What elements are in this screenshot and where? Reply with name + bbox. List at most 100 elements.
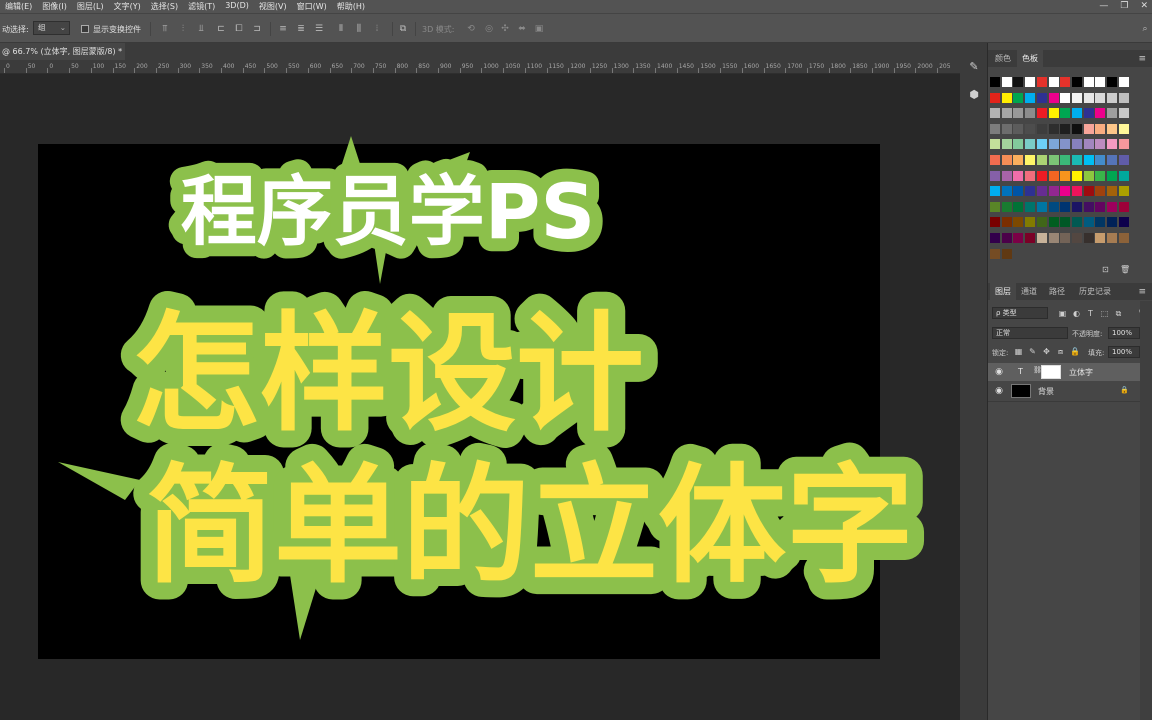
color-swatch[interactable] <box>1083 123 1094 134</box>
color-swatch[interactable] <box>1071 217 1082 228</box>
color-swatch[interactable] <box>1025 139 1036 150</box>
color-swatch[interactable] <box>1001 123 1012 134</box>
color-swatch[interactable] <box>1118 186 1129 197</box>
color-swatch[interactable] <box>1071 186 1082 197</box>
panel-menu-icon[interactable]: ≡ <box>1138 54 1146 64</box>
color-swatch[interactable] <box>1001 233 1012 243</box>
search-icon[interactable]: ⌕ <box>1140 24 1150 34</box>
color-swatch[interactable] <box>1025 170 1036 181</box>
3d-pan-icon[interactable]: ✣ <box>500 24 510 34</box>
color-swatch[interactable] <box>1025 201 1036 212</box>
color-swatch[interactable] <box>990 201 1000 212</box>
color-swatch[interactable] <box>1060 92 1071 103</box>
color-swatch[interactable] <box>1001 217 1012 228</box>
color-swatch[interactable] <box>1071 139 1082 150</box>
color-swatch[interactable] <box>1083 201 1094 212</box>
color-swatch[interactable] <box>1083 155 1094 165</box>
color-swatch[interactable] <box>1036 186 1047 197</box>
color-swatch[interactable] <box>1001 201 1012 212</box>
auto-align-icon[interactable]: ⧉ <box>398 24 408 34</box>
color-swatch[interactable] <box>1036 123 1047 134</box>
color-swatch[interactable] <box>1095 201 1106 212</box>
align-hcenter-icon[interactable]: ⧠ <box>234 24 244 34</box>
panel-menu-icon[interactable]: ≡ <box>1138 287 1146 297</box>
menu-item[interactable]: 编辑(E) <box>0 1 37 12</box>
color-swatch[interactable] <box>1107 92 1117 103</box>
color-swatch[interactable] <box>1095 108 1106 119</box>
color-swatch[interactable] <box>1048 77 1059 87</box>
color-swatch[interactable] <box>1025 108 1036 119</box>
color-swatch[interactable] <box>1001 108 1012 119</box>
filter-type-icon[interactable]: T <box>1086 309 1095 319</box>
color-swatch[interactable] <box>1048 123 1059 134</box>
color-swatch[interactable] <box>1001 186 1012 197</box>
color-swatch[interactable] <box>1025 233 1036 243</box>
color-swatch[interactable] <box>1060 77 1071 87</box>
distribute-vcenter-icon[interactable]: ≣ <box>296 24 306 34</box>
color-swatch[interactable] <box>1013 201 1024 212</box>
color-swatch[interactable] <box>1071 155 1082 165</box>
filter-shape-icon[interactable]: ⬚ <box>1100 309 1109 319</box>
color-swatch[interactable] <box>990 92 1000 103</box>
color-swatch[interactable] <box>990 217 1000 228</box>
lock-artboard-icon[interactable]: ⧈ <box>1056 347 1065 357</box>
color-swatch[interactable] <box>1036 201 1047 212</box>
color-swatch[interactable] <box>990 233 1000 243</box>
color-swatch[interactable] <box>1118 123 1129 134</box>
lock-position-icon[interactable]: ✥ <box>1042 347 1051 357</box>
color-swatch[interactable] <box>1118 201 1129 212</box>
color-swatch[interactable] <box>1013 233 1024 243</box>
color-swatch[interactable] <box>1095 170 1106 181</box>
color-swatch[interactable] <box>1107 139 1117 150</box>
distribute-right-icon[interactable]: ⦙ <box>372 24 382 34</box>
tab-swatches[interactable]: 色板 <box>1017 50 1043 67</box>
menu-item[interactable]: 窗口(W) <box>292 1 332 12</box>
color-swatch[interactable] <box>1118 77 1129 87</box>
color-swatch[interactable] <box>1060 217 1071 228</box>
layer-kind-filter[interactable]: ρ 类型 <box>992 307 1048 319</box>
color-swatch[interactable] <box>990 77 1000 87</box>
color-swatch[interactable] <box>1060 123 1071 134</box>
color-swatch[interactable] <box>1001 248 1012 259</box>
color-swatch[interactable] <box>1025 123 1036 134</box>
filter-adjustment-icon[interactable]: ◐ <box>1072 309 1081 319</box>
new-swatch-icon[interactable]: ⊡ <box>1102 265 1109 274</box>
lock-all-icon[interactable]: 🔒 <box>1070 347 1080 357</box>
color-swatch[interactable] <box>1118 108 1129 119</box>
color-swatch[interactable] <box>1048 217 1059 228</box>
align-right-icon[interactable]: ⊐ <box>252 24 262 34</box>
color-swatch[interactable] <box>1025 186 1036 197</box>
color-swatch[interactable] <box>1083 186 1094 197</box>
3d-scale-icon[interactable]: ▣ <box>534 24 544 34</box>
color-swatch[interactable] <box>1036 233 1047 243</box>
color-swatch[interactable] <box>1095 217 1106 228</box>
color-swatch[interactable] <box>1095 233 1106 243</box>
align-left-icon[interactable]: ⊏ <box>216 24 226 34</box>
layer-thumbnail[interactable] <box>1011 384 1031 398</box>
distribute-left-icon[interactable]: ⦀ <box>336 24 346 34</box>
color-swatch[interactable] <box>1013 77 1024 87</box>
color-swatch[interactable] <box>1013 92 1024 103</box>
align-top-icon[interactable]: ⫪ <box>160 24 170 34</box>
filter-pixel-icon[interactable]: ▣ <box>1058 309 1067 319</box>
color-swatch[interactable] <box>1071 77 1082 87</box>
menu-item[interactable]: 滤镜(T) <box>183 1 220 12</box>
fill-input[interactable]: 100% <box>1108 346 1140 358</box>
color-swatch[interactable] <box>1107 217 1117 228</box>
distribute-hcenter-icon[interactable]: ⫼ <box>354 24 364 34</box>
tab-paths[interactable]: 路径 <box>1044 283 1070 300</box>
color-swatch[interactable] <box>1013 139 1024 150</box>
color-swatch[interactable] <box>1095 123 1106 134</box>
layer-row-background[interactable]: ◉ 背景 🔒 <box>988 382 1140 400</box>
tab-channels[interactable]: 通道 <box>1016 283 1042 300</box>
color-swatch[interactable] <box>1013 170 1024 181</box>
3d-cube-icon[interactable]: ⬢ <box>968 89 980 101</box>
3d-rotate-icon[interactable]: ⟲ <box>466 24 476 34</box>
color-swatch[interactable] <box>1071 170 1082 181</box>
color-swatch[interactable] <box>1071 233 1082 243</box>
color-swatch[interactable] <box>1036 92 1047 103</box>
color-swatch[interactable] <box>1036 108 1047 119</box>
tab-color[interactable]: 颜色 <box>990 50 1016 67</box>
color-swatch[interactable] <box>1048 201 1059 212</box>
3d-slide-icon[interactable]: ⬌ <box>517 24 527 34</box>
